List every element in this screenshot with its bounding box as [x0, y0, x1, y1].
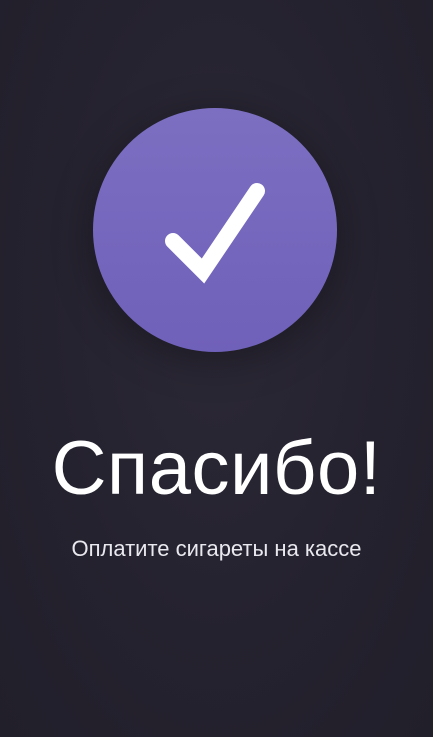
checkmark-icon — [165, 183, 265, 284]
page-title: Спасибо! — [51, 426, 382, 511]
success-badge — [93, 108, 337, 352]
success-screen: Спасибо! Оплатите сигареты на кассе — [0, 0, 433, 737]
status-message: Оплатите сигареты на кассе — [71, 536, 362, 561]
